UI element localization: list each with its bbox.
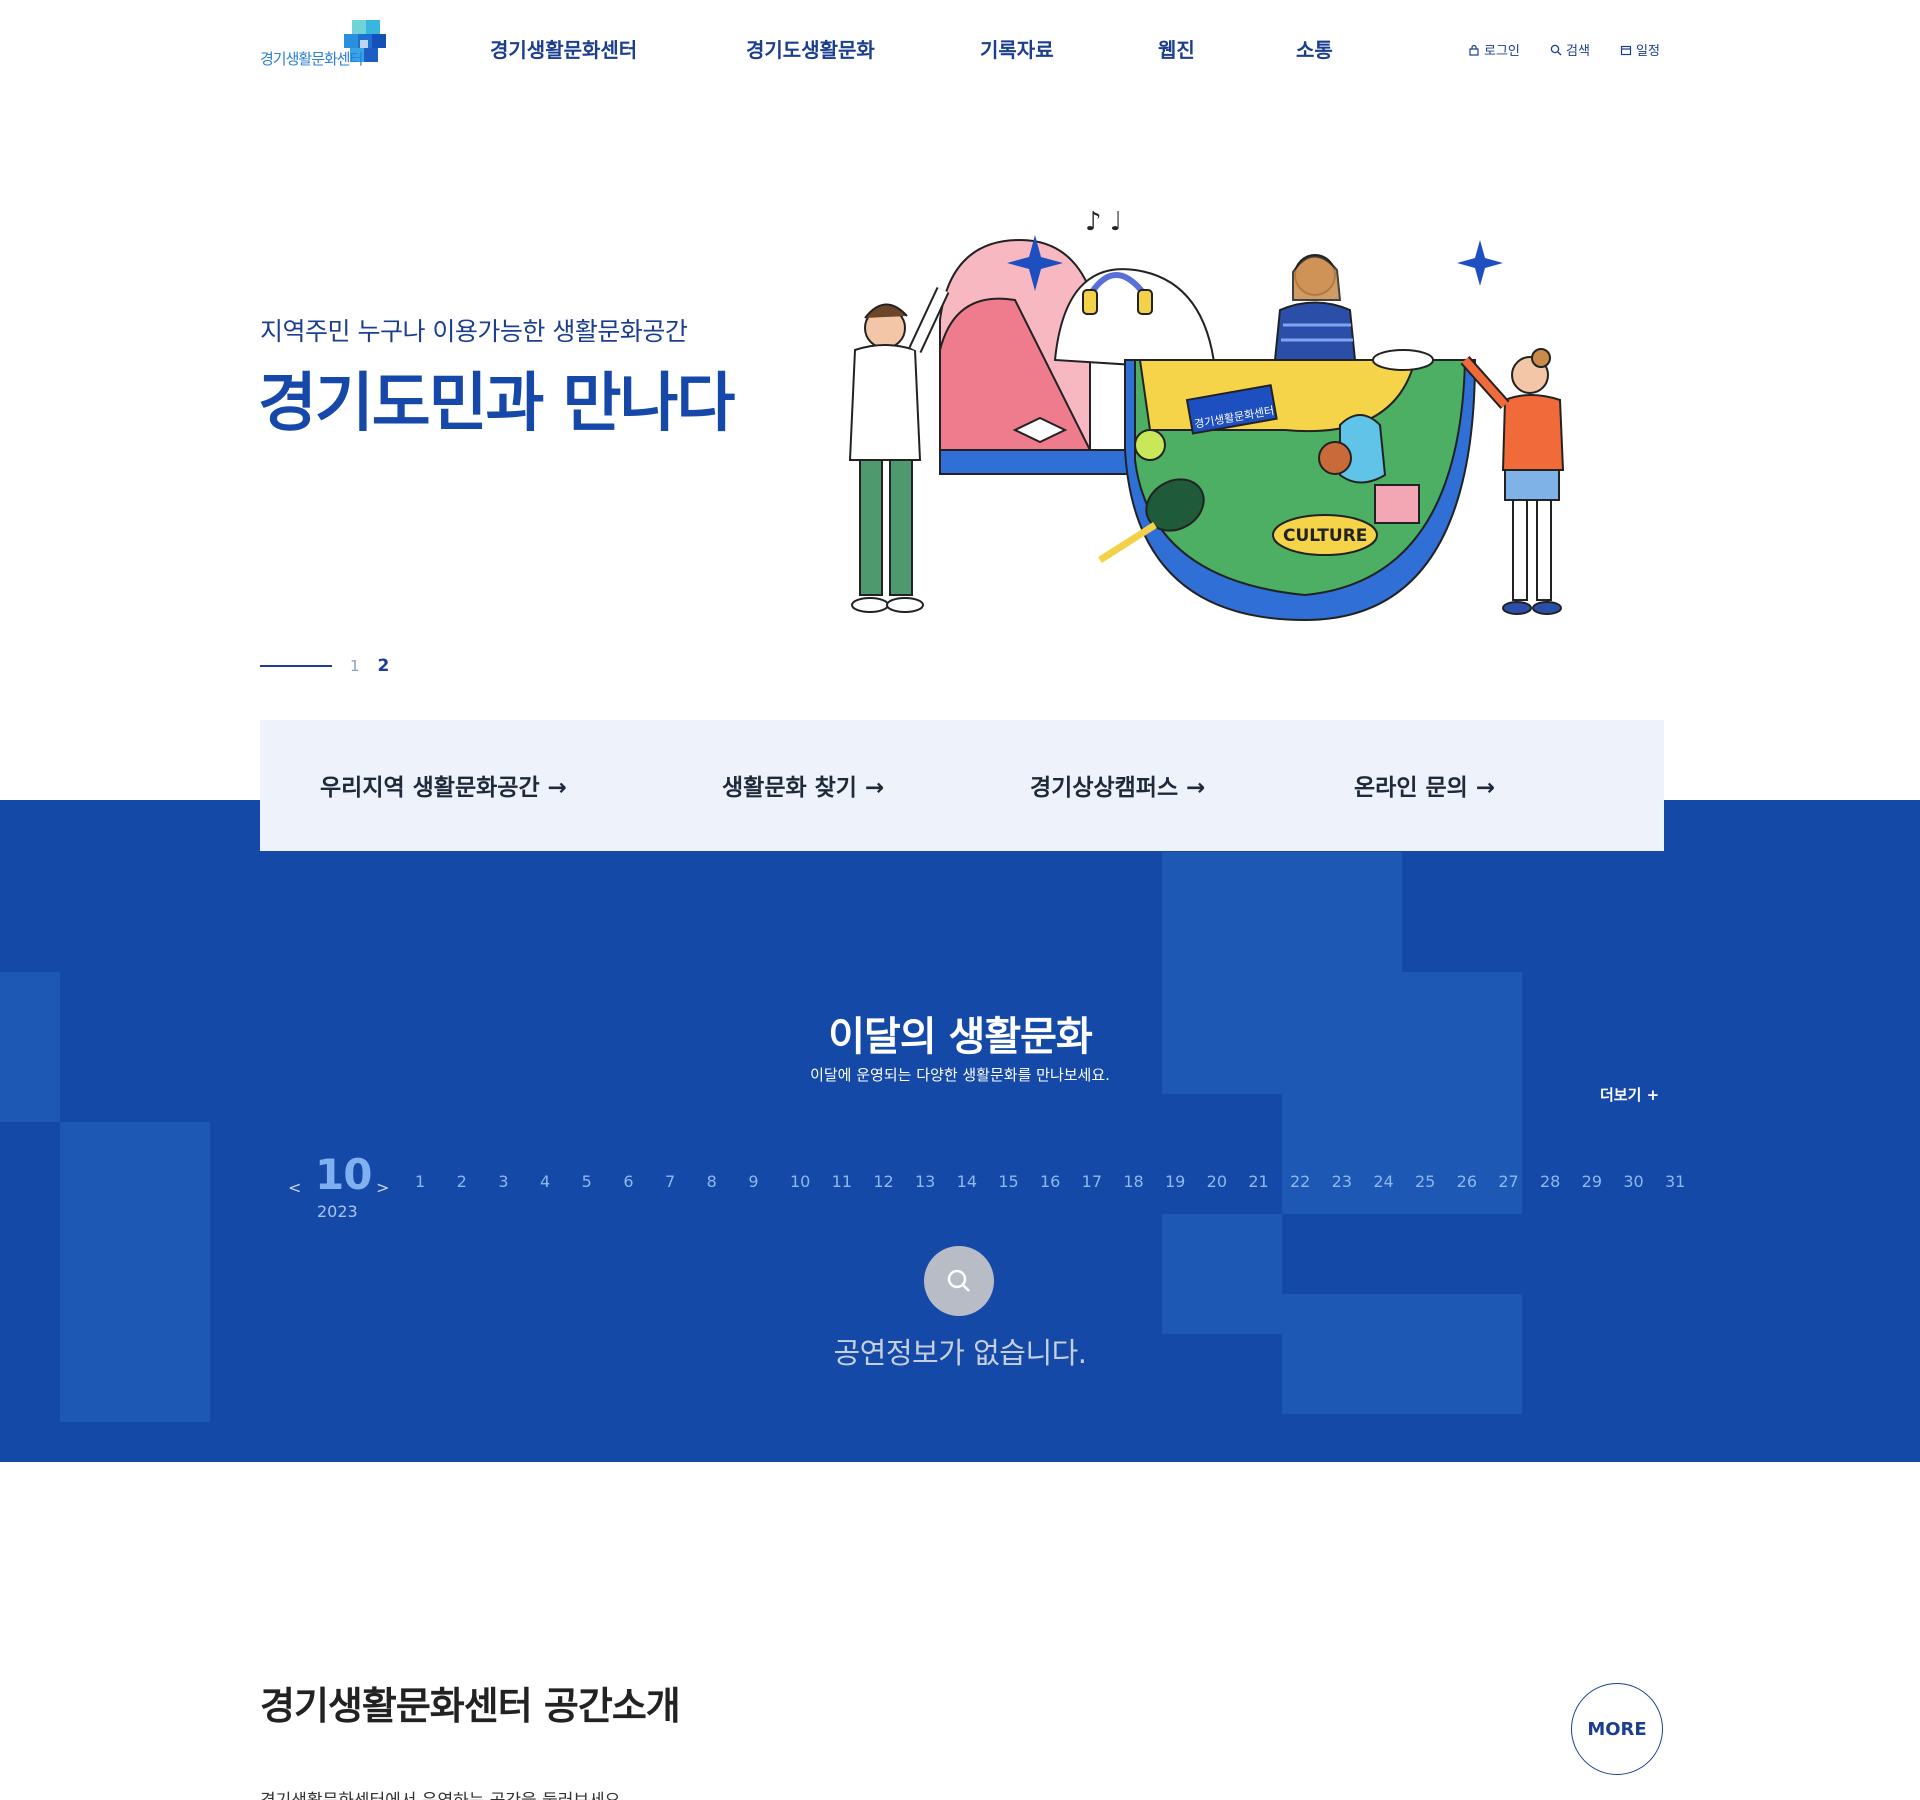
calendar-day[interactable]: 16 — [1040, 1172, 1060, 1191]
quick-link-online-inquiry[interactable]: 온라인 문의 → — [1354, 768, 1495, 802]
calendar-day[interactable]: 17 — [1082, 1172, 1102, 1191]
logo-text: 경기생활문화센터 — [260, 50, 363, 68]
schedule-link[interactable]: 일정 — [1620, 40, 1660, 59]
site-logo[interactable]: 경기생활문화센터 — [260, 16, 390, 86]
calendar-day[interactable]: 2 — [457, 1172, 467, 1191]
calendar-day[interactable]: 8 — [707, 1172, 717, 1191]
hero-pager: 1 2 — [260, 656, 389, 676]
search-icon — [1550, 44, 1562, 55]
space-description: 경기생활문화센터에서 운영하는 공간을 둘러보세요. — [260, 1786, 626, 1800]
illustration-badge-text: CULTURE — [1283, 526, 1367, 546]
calendar-day[interactable]: 31 — [1665, 1172, 1685, 1191]
nav-item-webzine[interactable]: 웹진 — [1158, 34, 1195, 63]
nav-item-center[interactable]: 경기생활문화센터 — [490, 34, 637, 63]
monthly-title: 이달의 생활문화 — [828, 1014, 1093, 1060]
quick-link-imagination-campus[interactable]: 경기상상캠퍼스 → — [1030, 768, 1205, 802]
empty-message: 공연정보가 없습니다. — [833, 1336, 1087, 1370]
calendar-day[interactable]: 30 — [1623, 1172, 1643, 1191]
login-link[interactable]: 로그인 — [1468, 40, 1520, 59]
nav-item-community[interactable]: 소통 — [1296, 34, 1333, 63]
hero-illustration: ♪ ♩ 경기생활문화센터 CULTURE — [848, 207, 1565, 622]
lock-icon — [1469, 44, 1479, 56]
calendar-day[interactable]: 27 — [1498, 1172, 1518, 1191]
pager-progress-bar — [260, 665, 332, 667]
calendar-day[interactable]: 28 — [1540, 1172, 1560, 1191]
calendar-prev-button[interactable]: < — [288, 1178, 301, 1197]
calendar-day[interactable]: 21 — [1248, 1172, 1268, 1191]
svg-text:♪ ♩: ♪ ♩ — [1085, 207, 1122, 237]
calendar-day[interactable]: 24 — [1373, 1172, 1393, 1191]
search-label: 검색 — [1566, 44, 1590, 59]
calendar-day[interactable]: 5 — [582, 1172, 592, 1191]
calendar-icon — [1620, 45, 1632, 55]
calendar-year: 2023 — [317, 1202, 358, 1221]
quick-link-local-space[interactable]: 우리지역 생활문화공간 → — [320, 768, 567, 802]
schedule-label: 일정 — [1636, 44, 1660, 59]
calendar-day[interactable]: 6 — [623, 1172, 633, 1191]
calendar-day[interactable]: 9 — [748, 1172, 758, 1191]
hero-subtitle: 지역주민 누구나 이용가능한 생활문화공간 — [260, 317, 688, 346]
nav-item-gyeonggi-culture[interactable]: 경기도생활문화 — [746, 34, 875, 63]
pager-page-1[interactable]: 1 — [350, 657, 360, 675]
calendar-day[interactable]: 3 — [498, 1172, 508, 1191]
empty-search-icon — [924, 1246, 994, 1316]
quick-links-bar: 우리지역 생활문화공간 → 생활문화 찾기 → 경기상상캠퍼스 → 온라인 문의… — [260, 720, 1664, 851]
space-title: 경기생활문화센터 공간소개 — [260, 1684, 681, 1728]
calendar-day-list: 1 2 3 4 5 6 7 8 9 10 11 12 13 14 15 16 17 18 19 20 21 22 23 24 2… — [400, 1172, 1690, 1196]
monthly-subtitle: 이달에 운영되는 다양한 생활문화를 만나보세요. — [810, 1066, 1110, 1084]
calendar-day[interactable]: 11 — [832, 1172, 852, 1191]
quick-link-find-culture[interactable]: 생활문화 찾기 → — [722, 768, 884, 802]
calendar-day[interactable]: 1 — [415, 1172, 425, 1191]
calendar-day[interactable]: 7 — [665, 1172, 675, 1191]
calendar-day[interactable]: 10 — [790, 1172, 810, 1191]
hero-title: 경기도민과 만나다 — [258, 367, 735, 441]
calendar-day[interactable]: 22 — [1290, 1172, 1310, 1191]
nav-item-archive[interactable]: 기록자료 — [980, 34, 1054, 63]
calendar-next-button[interactable]: > — [376, 1178, 389, 1197]
calendar-day[interactable]: 29 — [1582, 1172, 1602, 1191]
calendar-day[interactable]: 25 — [1415, 1172, 1435, 1191]
space-more-button[interactable]: MORE — [1571, 1683, 1663, 1775]
search-link[interactable]: 검색 — [1550, 40, 1590, 59]
calendar-day[interactable]: 23 — [1332, 1172, 1352, 1191]
calendar-day[interactable]: 15 — [998, 1172, 1018, 1191]
calendar-day[interactable]: 4 — [540, 1172, 550, 1191]
login-label: 로그인 — [1484, 44, 1520, 59]
calendar-day[interactable]: 18 — [1123, 1172, 1143, 1191]
monthly-more-link[interactable]: 더보기 + — [1600, 1084, 1659, 1105]
pager-page-2[interactable]: 2 — [378, 656, 390, 676]
calendar-day[interactable]: 19 — [1165, 1172, 1185, 1191]
calendar-day[interactable]: 13 — [915, 1172, 935, 1191]
calendar-day[interactable]: 14 — [957, 1172, 977, 1191]
page: 경기생활문화센터 경기생활문화센터 경기도생활문화 기록자료 웹진 소통 로그인… — [0, 0, 1920, 1800]
calendar-day[interactable]: 12 — [873, 1172, 893, 1191]
calendar-day[interactable]: 26 — [1457, 1172, 1477, 1191]
calendar-month: 10 — [315, 1150, 372, 1199]
calendar-day[interactable]: 20 — [1207, 1172, 1227, 1191]
